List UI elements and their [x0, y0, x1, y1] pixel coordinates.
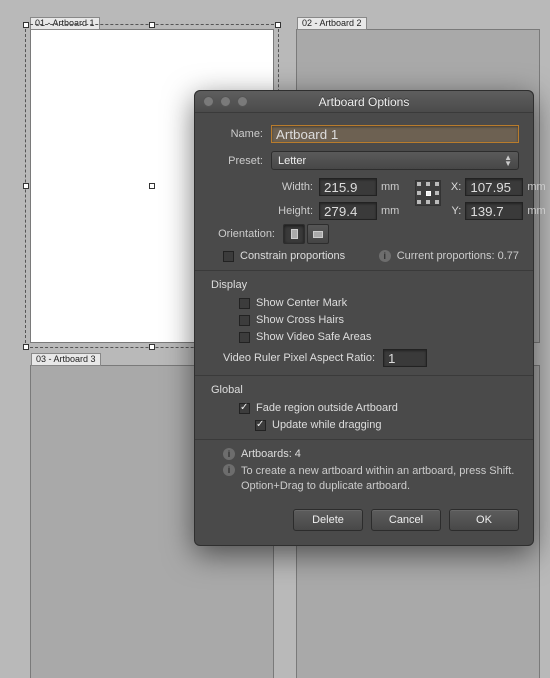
info-icon: i: [223, 448, 235, 460]
help-text: To create a new artboard within an artbo…: [241, 464, 519, 495]
height-input[interactable]: [319, 202, 377, 220]
constrain-proportions-label: Constrain proportions: [240, 250, 345, 262]
delete-button[interactable]: Delete: [293, 509, 363, 531]
orientation-label: Orientation:: [209, 228, 283, 240]
artboard-2-label: 02 - Artboard 2: [297, 17, 367, 30]
handle-top-right[interactable]: [275, 22, 281, 28]
preset-value: Letter: [278, 155, 306, 167]
landscape-icon: [313, 231, 323, 238]
show-center-mark-label: Show Center Mark: [256, 297, 347, 309]
name-label: Name:: [209, 128, 271, 140]
artboard-3-label: 03 - Artboard 3: [31, 353, 101, 366]
show-cross-hairs-checkbox[interactable]: [239, 315, 250, 326]
artboard-options-dialog: Artboard Options Name: Preset: Letter ▲▼…: [194, 90, 534, 546]
width-unit: mm: [381, 181, 399, 193]
name-input[interactable]: [271, 125, 519, 143]
window-close-icon[interactable]: [203, 96, 214, 107]
info-icon: i: [379, 250, 391, 262]
current-proportions-label: Current proportions: 0.77: [397, 250, 519, 262]
show-video-safe-checkbox[interactable]: [239, 332, 250, 343]
portrait-icon: [291, 229, 298, 239]
handle-bottom-mid[interactable]: [149, 344, 155, 350]
y-label: Y:: [449, 205, 465, 217]
handle-center[interactable]: [149, 183, 155, 189]
preset-select[interactable]: Letter ▲▼: [271, 151, 519, 170]
update-while-dragging-label: Update while dragging: [272, 419, 381, 431]
orientation-portrait-button[interactable]: [283, 224, 305, 244]
window-minimize-icon[interactable]: [220, 96, 231, 107]
canvas-area[interactable]: 01 - Artboard 1 02 - Artboard 2 03 - Art…: [0, 0, 550, 678]
handle-top-mid[interactable]: [149, 22, 155, 28]
info-icon: i: [223, 464, 235, 476]
x-label: X:: [449, 181, 465, 193]
width-input[interactable]: [319, 178, 377, 196]
height-unit: mm: [381, 205, 399, 217]
artboards-count-label: Artboards: 4: [241, 448, 301, 460]
video-aspect-label: Video Ruler Pixel Aspect Ratio:: [223, 352, 375, 364]
dialog-titlebar[interactable]: Artboard Options: [195, 91, 533, 113]
cancel-button[interactable]: Cancel: [371, 509, 441, 531]
show-video-safe-label: Show Video Safe Areas: [256, 331, 371, 343]
handle-top-left[interactable]: [23, 22, 29, 28]
chevron-updown-icon: ▲▼: [504, 155, 512, 167]
video-aspect-input[interactable]: [383, 349, 427, 367]
global-section-title: Global: [211, 384, 519, 396]
preset-label: Preset:: [209, 155, 271, 167]
fade-region-label: Fade region outside Artboard: [256, 402, 398, 414]
orientation-landscape-button[interactable]: [307, 224, 329, 244]
reference-point-grid[interactable]: [415, 180, 441, 206]
x-input[interactable]: [465, 178, 523, 196]
handle-mid-left[interactable]: [23, 183, 29, 189]
handle-bottom-left[interactable]: [23, 344, 29, 350]
y-input[interactable]: [465, 202, 523, 220]
show-cross-hairs-label: Show Cross Hairs: [256, 314, 344, 326]
show-center-mark-checkbox[interactable]: [239, 298, 250, 309]
display-section-title: Display: [211, 279, 519, 291]
ok-button[interactable]: OK: [449, 509, 519, 531]
window-zoom-icon[interactable]: [237, 96, 248, 107]
constrain-proportions-checkbox[interactable]: [223, 251, 234, 262]
height-label: Height:: [271, 205, 319, 217]
width-label: Width:: [271, 181, 319, 193]
update-while-dragging-checkbox[interactable]: [255, 420, 266, 431]
y-unit: mm: [527, 205, 545, 217]
x-unit: mm: [527, 181, 545, 193]
fade-region-checkbox[interactable]: [239, 403, 250, 414]
